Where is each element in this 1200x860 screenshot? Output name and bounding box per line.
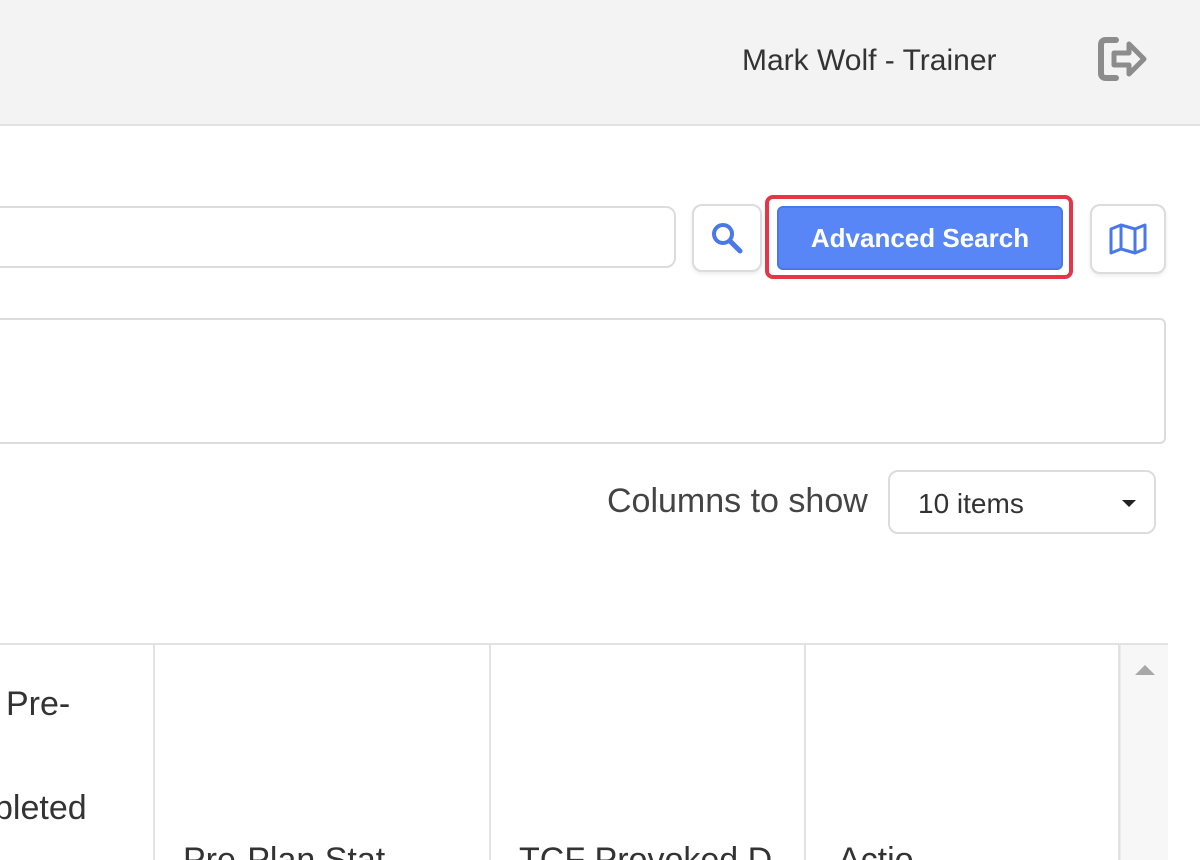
header-text-line1: Pre- bbox=[6, 685, 71, 723]
scroll-up-arrow-icon[interactable] bbox=[1135, 665, 1155, 675]
search-button[interactable] bbox=[692, 204, 762, 272]
map-icon bbox=[1109, 223, 1147, 255]
header-text: Pre-Plan Stat bbox=[183, 841, 386, 860]
advanced-search-button[interactable]: Advanced Search bbox=[777, 206, 1063, 270]
user-label[interactable]: Mark Wolf - Trainer bbox=[742, 44, 997, 78]
filter-panel bbox=[0, 318, 1166, 444]
search-input[interactable] bbox=[0, 206, 676, 268]
table-scrollbar[interactable] bbox=[1120, 645, 1168, 860]
header-text: Actio bbox=[838, 841, 914, 860]
table-header-cell[interactable]: TCF Provoked D bbox=[491, 645, 806, 860]
top-bar: Mark Wolf - Trainer bbox=[0, 0, 1200, 126]
caret-down-icon bbox=[1122, 500, 1136, 507]
header-text-line2: pleted bbox=[0, 789, 87, 827]
columns-to-show-label: Columns to show bbox=[607, 482, 868, 520]
results-table: Pre- pleted Pre-Plan Stat TCF Provoked D… bbox=[0, 643, 1168, 860]
search-icon bbox=[712, 223, 743, 254]
logout-icon[interactable] bbox=[1096, 34, 1150, 84]
map-view-button[interactable] bbox=[1090, 204, 1166, 274]
columns-select-value: 10 items bbox=[918, 488, 1024, 519]
columns-select[interactable]: 10 items bbox=[888, 470, 1156, 534]
table-header-cell[interactable]: Actio bbox=[806, 645, 1120, 860]
table-header-cell[interactable]: Pre-Plan Stat bbox=[155, 645, 491, 860]
header-text: TCF Provoked D bbox=[519, 841, 773, 860]
table-header-cell[interactable]: Pre- pleted bbox=[0, 645, 155, 860]
